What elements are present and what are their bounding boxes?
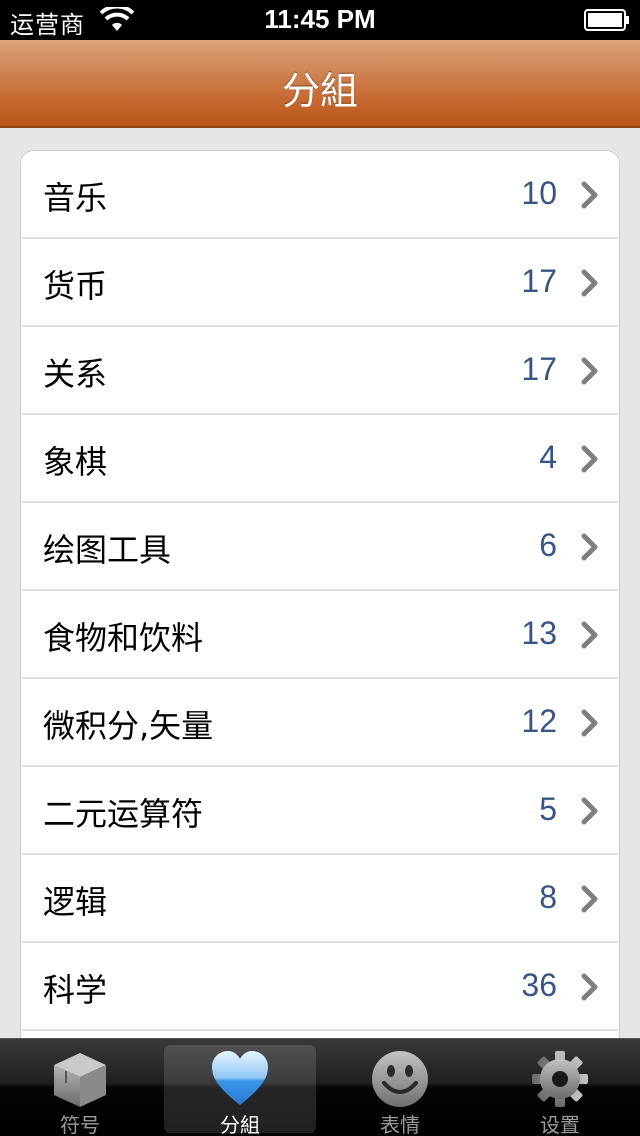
tab-settings[interactable]: 设置 [484,1045,636,1136]
tab-symbols[interactable]: 符号 [4,1045,156,1136]
list-item-count: 6 [539,527,557,563]
list-item-label: 关系 [43,355,108,393]
navigation-bar: 分組 [0,40,640,128]
status-time: 11:45 PM [264,4,376,34]
list-item-label: 逻辑 [43,883,108,921]
list-item-count: 17 [521,263,557,299]
tab-groups[interactable]: 分組 [164,1045,316,1136]
chevron-right-icon [581,621,598,649]
list-item[interactable]: 科学 36 [21,943,619,1031]
list-item-label: 货币 [43,267,108,305]
chevron-right-icon [581,885,598,913]
list-item[interactable]: 音乐 10 [21,151,619,239]
list-item-label: 二元运算符 [43,795,204,833]
list-item[interactable]: 二元运算符 5 [21,767,619,855]
chevron-right-icon [581,797,598,825]
list-item[interactable]: 货币 17 [21,239,619,327]
list-item-count: 17 [521,351,557,387]
box-icon [54,1053,106,1107]
chevron-right-icon [581,709,598,737]
chevron-right-icon [581,533,598,561]
list-item-label: 绘图工具 [43,531,172,569]
list-item-label: 科学 [43,971,108,1009]
heart-icon [212,1051,268,1105]
tab-bar: 符号 分組 表情 设置 [0,1038,640,1136]
list-item[interactable]: 象棋 4 [21,415,619,503]
smiley-icon [372,1051,428,1107]
tab-emoticons[interactable]: 表情 [324,1045,476,1136]
status-bar: 运营商 11:45 PM [0,0,640,40]
list-item-label: 音乐 [43,179,108,217]
list-item[interactable]: 逻辑 8 [21,855,619,943]
list-item-label: 微积分,矢量 [43,707,214,745]
chevron-right-icon [581,181,598,209]
list-item-count: 10 [521,175,557,211]
list-item-count: 8 [539,879,557,915]
category-list: 音乐 10 货币 17 关系 17 象棋 4 绘图工具 6 食物和饮料 13 微… [20,150,620,1040]
chevron-right-icon [581,973,598,1001]
chevron-right-icon [581,357,598,385]
list-item[interactable]: 绘图工具 6 [21,503,619,591]
list-item-count: 12 [521,703,557,739]
list-item-count: 4 [539,439,557,475]
list-item[interactable]: 食物和饮料 13 [21,591,619,679]
tab-label: 分組 [220,1113,260,1136]
tab-label: 表情 [380,1113,420,1136]
chevron-right-icon [581,269,598,297]
tab-label: 设置 [540,1113,580,1136]
tab-label: 符号 [60,1113,100,1136]
list-item-count: 13 [521,615,557,651]
list-item-label: 食物和饮料 [43,619,204,657]
page-title: 分組 [281,69,358,113]
list-item-count: 36 [521,967,557,1003]
battery-icon [584,9,629,31]
chevron-right-icon [581,445,598,473]
list-item-count: 5 [539,791,557,827]
list-item-label: 象棋 [43,443,108,481]
list-item[interactable]: 微积分,矢量 12 [21,679,619,767]
gear-icon [532,1051,588,1107]
list-item[interactable]: 关系 17 [21,327,619,415]
